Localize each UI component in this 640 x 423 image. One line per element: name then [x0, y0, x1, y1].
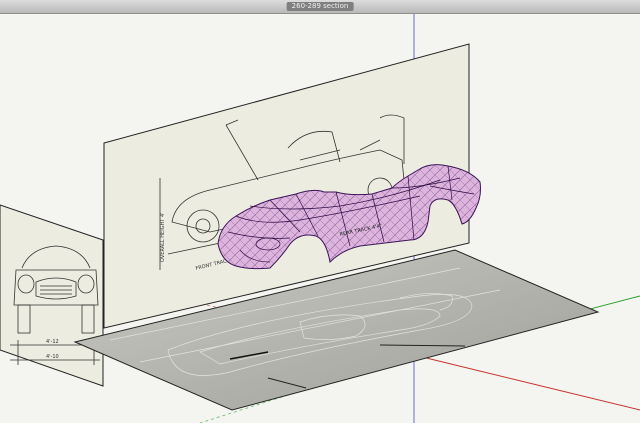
front-view-plane[interactable]: 4'-12 4'-10	[0, 204, 104, 387]
front-dim-2: 4'-10	[46, 354, 59, 360]
title-bar: 260-289 section	[0, 0, 640, 14]
front-dim-1: 4'-12	[46, 339, 59, 345]
3d-viewport[interactable]: 4'-12 4'-10 OVERALL HEIGHT 4' FRONT TRAC…	[0, 14, 640, 423]
app-window: 260-289 section 4'-12 4'-10 OVERALL HEIG…	[0, 0, 640, 423]
red-axis	[413, 354, 640, 411]
scene-canvas[interactable]: 4'-12 4'-10 OVERALL HEIGHT 4' FRONT TRAC…	[0, 14, 640, 423]
overall-height-label: OVERALL HEIGHT 4'	[160, 212, 166, 262]
scene-title[interactable]: 260-289 section	[286, 2, 354, 11]
